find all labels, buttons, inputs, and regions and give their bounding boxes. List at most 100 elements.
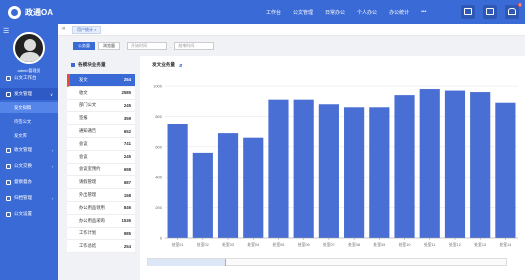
x-tick-label: 处室05: [273, 242, 285, 247]
list-item-label: 会议: [79, 140, 88, 146]
list-item-label: 签报: [79, 115, 88, 121]
sidebar-item-dispatch[interactable]: 发文管理 ∨: [0, 88, 58, 100]
chart-scrollbar[interactable]: [147, 258, 507, 266]
chevron-right-icon: ›: [51, 163, 53, 169]
business-volume-button[interactable]: 公务量: [73, 42, 95, 50]
top-bar: 政通OA 工作台 公文管理 日常办公 个人办公 办公统计 ••• 8: [0, 0, 525, 24]
sidebar-item-supervise[interactable]: 督察督办: [0, 176, 58, 188]
menu-toggle-icon[interactable]: ☰: [3, 27, 9, 35]
desktop-icon: [6, 75, 11, 81]
sidebar-sub-pending[interactable]: 待签公文: [0, 116, 58, 127]
scroll-thumb[interactable]: [148, 259, 226, 266]
list-item[interactable]: 办公用品采购 1536: [67, 214, 135, 228]
list-item-label: 收文: [79, 89, 88, 95]
app-logo[interactable]: 政通OA: [8, 5, 68, 19]
sidebar-sub-library[interactable]: 发文库: [0, 130, 58, 141]
sidebar-item-label: 公文交换: [14, 163, 32, 168]
list-item[interactable]: 请假管理 687: [67, 176, 135, 190]
document-icon: [6, 91, 11, 97]
x-tick-label: 处室06: [298, 242, 310, 247]
list-item[interactable]: 工作计划 985: [67, 227, 135, 241]
sidebar-sub-draft[interactable]: 发文拟稿: [0, 102, 58, 113]
sidebar-item-label: 公文设置: [14, 211, 32, 216]
list-item[interactable]: 签报 359: [67, 112, 135, 126]
bar[interactable]: [419, 89, 440, 238]
nav-office-stats[interactable]: 办公统计: [389, 9, 409, 16]
x-tick-label: 处室13: [474, 242, 486, 247]
list-item-label: 通知通告: [79, 128, 97, 134]
chevron-right-icon: ›: [51, 147, 53, 153]
nav-workbench[interactable]: 工作台: [266, 9, 281, 16]
chart-area: 发文业务量 ⇵ 0 200 400 600 800 1000 处室01 处室02 处室03 处室0…: [140, 56, 525, 280]
bar[interactable]: [318, 104, 339, 238]
chat-icon[interactable]: [461, 5, 475, 19]
bar[interactable]: [217, 133, 239, 238]
bar[interactable]: [470, 92, 491, 238]
sidebar-item-label: 发文管理: [14, 91, 32, 96]
gear-icon: [6, 211, 11, 217]
list-item[interactable]: 会议 245: [67, 150, 135, 164]
nav-daily-office[interactable]: 日常办公: [325, 9, 345, 16]
list-item-label: 外出管理: [79, 192, 97, 198]
list-item-value: 254: [123, 243, 131, 249]
sidebar-item-exchange[interactable]: 公文交换 ›: [0, 160, 58, 172]
bar[interactable]: [495, 102, 516, 238]
bar[interactable]: [167, 124, 188, 238]
list-item-label: 工作总结: [79, 243, 97, 249]
date-separator: -: [170, 43, 172, 49]
sidebar-item-settings[interactable]: 公文设置: [0, 208, 58, 220]
list-item[interactable]: 办公用品领用 846: [67, 201, 135, 215]
bar[interactable]: [444, 90, 466, 238]
double-chevron-left-icon[interactable]: «: [62, 26, 65, 32]
clipboard-icon: [6, 179, 11, 185]
end-date-input[interactable]: 结束时间: [174, 42, 215, 50]
list-item[interactable]: 会议室预约 698: [67, 163, 135, 177]
module-volume-title: 各模块业务量: [71, 61, 106, 69]
x-tick-label: 处室04: [247, 242, 259, 247]
list-item[interactable]: 发文 254: [67, 74, 135, 87]
x-tick-label: 处室09: [373, 242, 385, 247]
list-item[interactable]: 部门公文 245: [67, 99, 135, 113]
x-tick-label: 处室02: [197, 242, 209, 247]
bar[interactable]: [394, 95, 415, 238]
nav-more[interactable]: •••: [421, 9, 426, 15]
bar[interactable]: [293, 99, 314, 239]
bar[interactable]: [369, 107, 390, 238]
list-item[interactable]: 会议 741: [67, 137, 135, 151]
start-date-input[interactable]: 开始时间: [127, 42, 167, 50]
avatar[interactable]: [13, 32, 45, 64]
list-item-value: 652: [123, 128, 131, 134]
view-volume-button[interactable]: 浏览量: [98, 42, 120, 50]
bell-icon[interactable]: 8: [505, 3, 522, 19]
y-tick-label: 600: [155, 144, 162, 149]
sidebar-item-receive[interactable]: 收文管理 ›: [0, 144, 58, 156]
sidebar-item-label: 督察督办: [14, 179, 32, 184]
chevron-down-icon: ∨: [50, 91, 53, 97]
list-item[interactable]: 外出管理 158: [67, 189, 135, 202]
list-item-label: 请假管理: [79, 179, 97, 185]
list-item[interactable]: 通知通告 652: [67, 125, 135, 138]
bar[interactable]: [243, 137, 264, 238]
list-item[interactable]: 工作总结 254: [67, 240, 135, 254]
nav-document-management[interactable]: 公文管理: [293, 9, 313, 16]
sidebar-item-label: 公文工作台: [14, 75, 37, 80]
sidebar-item-doc-workbench[interactable]: 公文工作台: [0, 72, 58, 84]
list-item-value: 698: [123, 166, 131, 172]
list-item-label: 办公用品采购: [79, 217, 105, 223]
bar[interactable]: [192, 152, 213, 238]
list-item-value: 245: [123, 102, 131, 108]
tab-user-stats[interactable]: 用户统计 ×: [72, 26, 102, 34]
bar[interactable]: [344, 107, 365, 238]
y-tick-label: 1000: [153, 84, 163, 89]
bar[interactable]: [268, 99, 289, 239]
sidebar-item-archive[interactable]: 归档管理 ›: [0, 192, 58, 204]
list-item-value: 741: [123, 141, 131, 147]
list-item[interactable]: 收文 2585: [67, 86, 135, 100]
nav-personal-office[interactable]: 个人办公: [357, 9, 377, 16]
list-item-value: 687: [123, 179, 131, 185]
mail-icon[interactable]: [483, 5, 497, 19]
top-nav: 工作台 公文管理 日常办公 个人办公 办公统计 •••: [266, 0, 438, 24]
list-item-label: 办公用品领用: [79, 204, 105, 210]
sidebar: ☰ admin管理员 公文工作台 发文管理 ∨ 发文拟稿 待签公文 发文库 收文…: [0, 24, 58, 280]
list-item-label: 部门公文: [79, 102, 97, 108]
